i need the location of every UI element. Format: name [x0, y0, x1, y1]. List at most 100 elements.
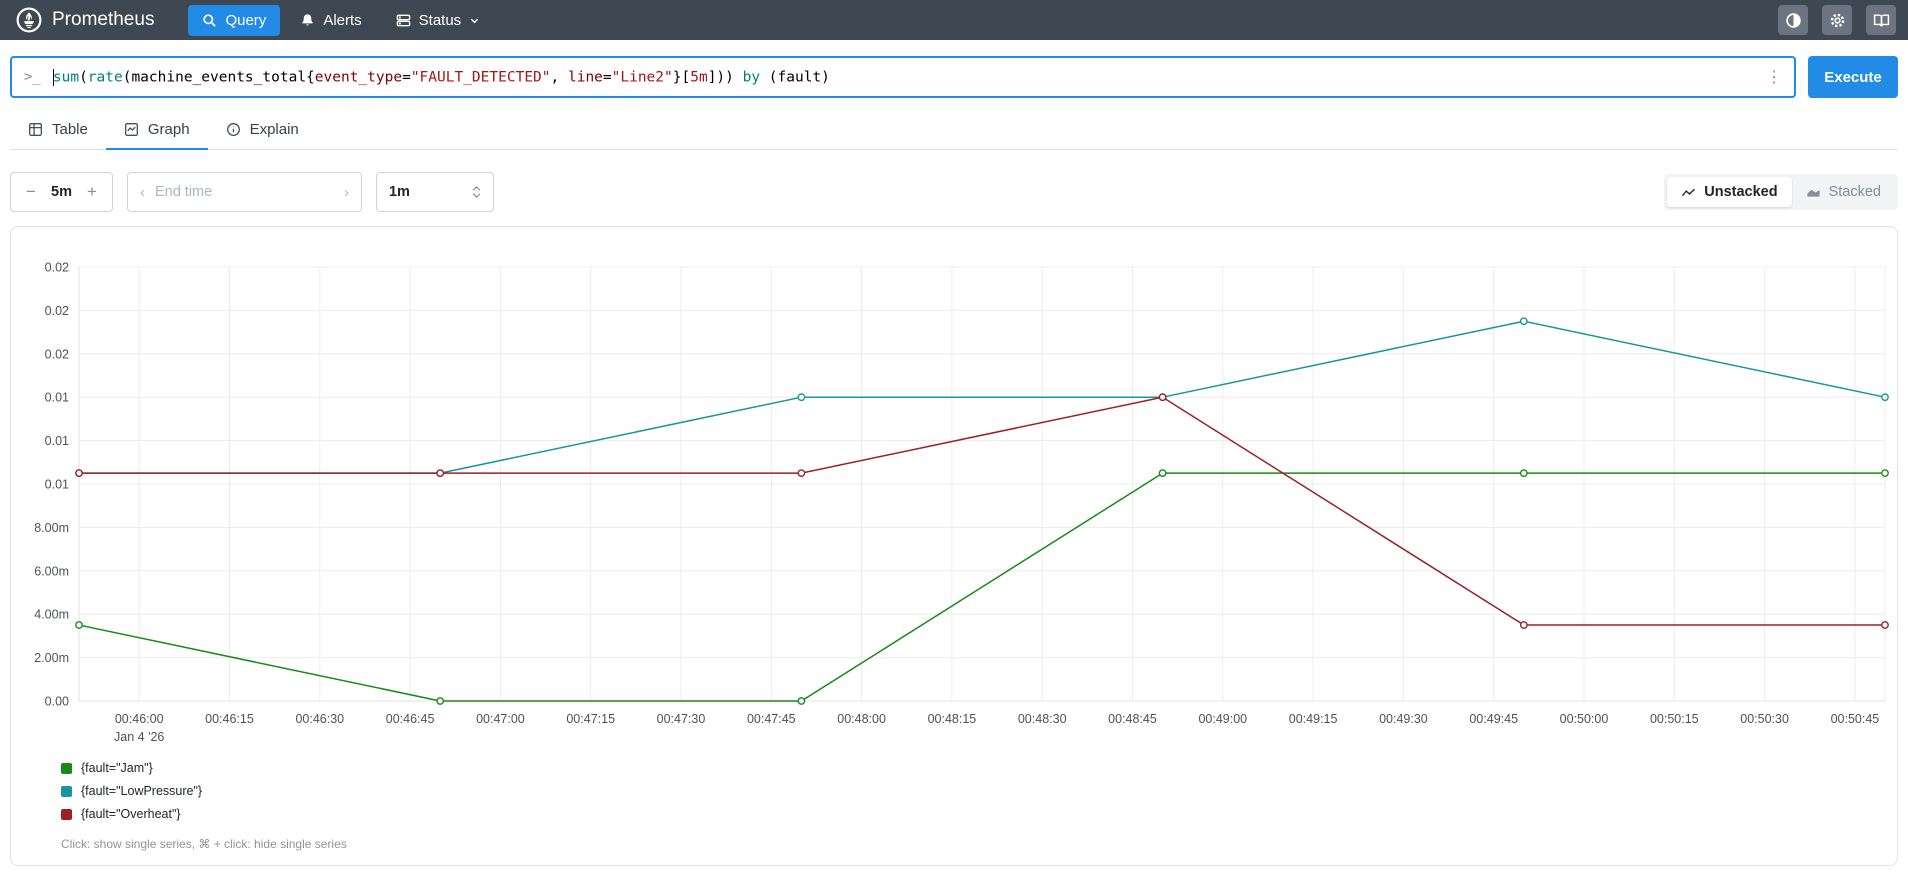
- query-input[interactable]: >_ sum(rate(machine_events_total{event_t…: [10, 56, 1796, 98]
- tab-explain-label: Explain: [249, 121, 299, 138]
- resolution-value: 1m: [388, 184, 410, 200]
- svg-text:00:49:45: 00:49:45: [1469, 712, 1518, 726]
- legend-label: {fault="Overheat"}: [81, 807, 181, 821]
- svg-text:6.00m: 6.00m: [34, 564, 69, 578]
- legend-label: {fault="LowPressure"}: [81, 784, 203, 798]
- svg-text:00:48:15: 00:48:15: [928, 712, 977, 726]
- graph-panel: 0.02 0.02 0.02 0.01 0.01 0.01 8.00m 6.00m 4.00m 2…: [10, 226, 1898, 866]
- chevron-down-icon: [469, 15, 480, 26]
- svg-text:0.02: 0.02: [45, 304, 69, 318]
- query-bar: >_ sum(rate(machine_events_total{event_t…: [10, 56, 1898, 98]
- svg-text:00:46:30: 00:46:30: [295, 712, 344, 726]
- select-updown-icon: [472, 186, 481, 198]
- legend-swatch: [61, 808, 72, 820]
- unstacked-label: Unstacked: [1704, 184, 1778, 200]
- settings-button[interactable]: [1822, 5, 1852, 35]
- svg-text:00:47:00: 00:47:00: [476, 712, 525, 726]
- nav-item-status-label: Status: [418, 11, 462, 29]
- svg-text:00:50:15: 00:50:15: [1650, 712, 1699, 726]
- end-time-next-button[interactable]: ›: [342, 184, 351, 201]
- nav-item-query-label: Query: [225, 11, 267, 29]
- stacked-button[interactable]: Stacked: [1792, 177, 1895, 207]
- svg-text:00:50:00: 00:50:00: [1560, 712, 1609, 726]
- svg-text:00:50:30: 00:50:30: [1740, 712, 1789, 726]
- svg-text:0.00: 0.00: [45, 695, 69, 709]
- range-increase-button[interactable]: +: [78, 173, 106, 211]
- brand-title: Prometheus: [52, 9, 155, 30]
- tab-graph[interactable]: Graph: [105, 112, 208, 150]
- svg-text:8.00m: 8.00m: [34, 521, 69, 535]
- stacked-label: Stacked: [1828, 184, 1881, 200]
- svg-text:0.01: 0.01: [45, 391, 69, 405]
- graph-controls: − 5m + ‹ End time › 1m Unstacked Stacked: [10, 172, 1898, 212]
- execute-button[interactable]: Execute: [1808, 56, 1898, 98]
- legend-swatch: [61, 762, 72, 774]
- query-more-icon[interactable]: ⋮: [1764, 67, 1784, 87]
- svg-text:2.00m: 2.00m: [34, 651, 69, 665]
- nav-item-status[interactable]: Status: [382, 5, 495, 36]
- unstacked-button[interactable]: Unstacked: [1667, 177, 1792, 207]
- brand: Prometheus: [12, 7, 154, 33]
- nav-item-alerts[interactable]: Alerts: [286, 5, 375, 36]
- stacking-toggle: Unstacked Stacked: [1664, 174, 1898, 210]
- svg-text:00:49:00: 00:49:00: [1198, 712, 1247, 726]
- time-series-chart[interactable]: 0.02 0.02 0.02 0.01 0.01 0.01 8.00m 6.00m 4.00m 2…: [19, 239, 1895, 753]
- top-navbar: Prometheus Query Alerts Status: [0, 0, 1908, 40]
- theme-toggle-button[interactable]: [1778, 5, 1808, 35]
- query-expression[interactable]: sum(rate(machine_events_total{event_type…: [52, 68, 1764, 86]
- legend-item[interactable]: {fault="LowPressure"}: [61, 784, 1889, 798]
- range-value[interactable]: 5m: [45, 184, 78, 200]
- svg-text:0.02: 0.02: [45, 261, 69, 275]
- svg-text:00:47:45: 00:47:45: [747, 712, 796, 726]
- svg-text:4.00m: 4.00m: [34, 608, 69, 622]
- area-chart-icon: [1806, 186, 1821, 199]
- tab-table[interactable]: Table: [10, 112, 106, 149]
- legend-help-note: Click: show single series, ⌘ + click: hi…: [61, 837, 347, 851]
- nav-item-alerts-label: Alerts: [323, 11, 362, 29]
- tab-explain[interactable]: Explain: [208, 112, 317, 149]
- gear-icon: [1829, 12, 1846, 29]
- svg-text:00:46:15: 00:46:15: [205, 712, 254, 726]
- svg-text:00:47:30: 00:47:30: [657, 712, 706, 726]
- svg-text:0.02: 0.02: [45, 347, 69, 361]
- svg-text:00:49:15: 00:49:15: [1289, 712, 1338, 726]
- legend-item[interactable]: {fault="Jam"}: [61, 761, 1889, 775]
- tab-graph-label: Graph: [147, 121, 190, 138]
- view-tabs: Table Graph Explain: [10, 112, 1898, 150]
- svg-text:Jan 4 '26: Jan 4 '26: [114, 730, 164, 744]
- svg-text:00:47:15: 00:47:15: [566, 712, 615, 726]
- bell-icon: [300, 13, 315, 28]
- line-chart-icon: [1681, 186, 1696, 199]
- info-icon: [226, 122, 241, 137]
- end-time-input[interactable]: End time: [147, 184, 342, 200]
- svg-text:00:50:45: 00:50:45: [1831, 712, 1880, 726]
- svg-text:00:46:00: 00:46:00: [115, 712, 164, 726]
- svg-text:00:48:45: 00:48:45: [1108, 712, 1157, 726]
- legend-swatch: [61, 785, 72, 797]
- range-decrease-button[interactable]: −: [17, 173, 45, 211]
- svg-text:0.01: 0.01: [45, 434, 69, 448]
- docs-button[interactable]: [1866, 5, 1896, 35]
- svg-text:00:46:45: 00:46:45: [386, 712, 435, 726]
- chart-legend: {fault="Jam"} {fault="LowPressure"} {fault…: [61, 761, 1889, 821]
- legend-label: {fault="Jam"}: [81, 761, 153, 775]
- prompt-icon: >_: [24, 69, 41, 85]
- theme-contrast-icon: [1785, 12, 1802, 29]
- tab-table-label: Table: [52, 121, 88, 138]
- svg-text:00:48:30: 00:48:30: [1018, 712, 1067, 726]
- svg-text:0.01: 0.01: [45, 478, 69, 492]
- resolution-select[interactable]: 1m: [375, 172, 494, 212]
- end-time-prev-button[interactable]: ‹: [138, 184, 147, 201]
- prometheus-logo-icon: [16, 7, 42, 33]
- svg-text:00:48:00: 00:48:00: [837, 712, 886, 726]
- legend-item[interactable]: {fault="Overheat"}: [61, 807, 1889, 821]
- range-input-group: − 5m +: [10, 172, 113, 212]
- svg-text:00:49:30: 00:49:30: [1379, 712, 1428, 726]
- book-icon: [1873, 12, 1890, 29]
- nav-item-query[interactable]: Query: [188, 4, 281, 36]
- server-icon: [396, 13, 411, 28]
- graph-icon: [124, 122, 139, 137]
- table-icon: [28, 122, 43, 137]
- end-time-group: ‹ End time ›: [126, 172, 362, 212]
- search-icon: [202, 13, 217, 28]
